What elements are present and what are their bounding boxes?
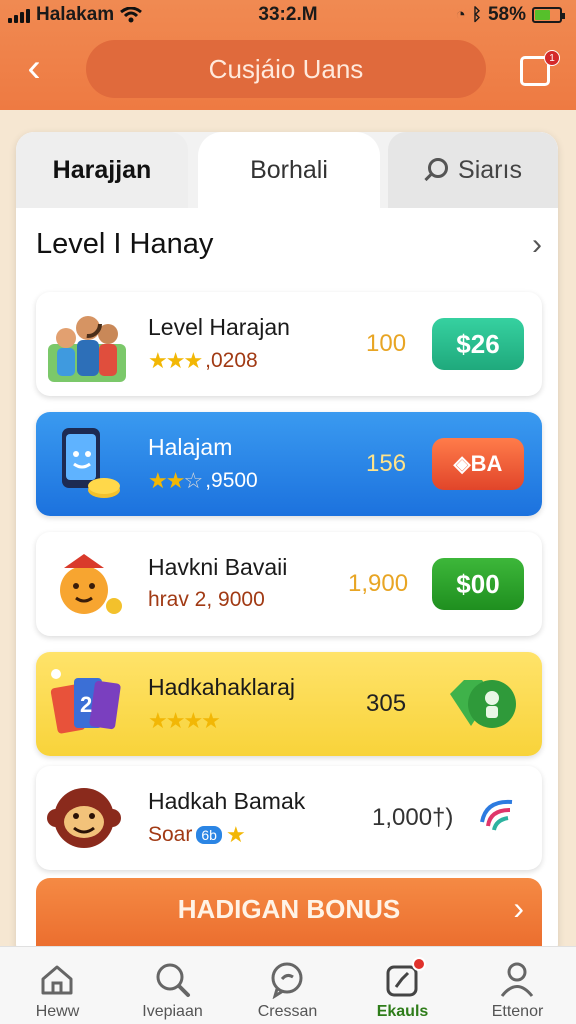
number-cards-icon: 2 xyxy=(50,669,121,734)
buy-button[interactable]: $00 xyxy=(432,558,524,610)
tab-borhali[interactable]: Borhali xyxy=(198,132,380,208)
item-name: Halajam xyxy=(148,434,233,460)
item-name: Hadkahaklaraj xyxy=(148,674,296,700)
nav-label: Ivepiaan xyxy=(142,1003,203,1020)
nav-label: Cressan xyxy=(257,1003,318,1020)
chat-icon xyxy=(271,962,303,999)
home-icon xyxy=(41,965,73,995)
mascot-chick-icon xyxy=(60,554,122,614)
tab-search-label: Siarıs xyxy=(458,156,522,184)
share-button[interactable]: 1 xyxy=(518,50,560,88)
page-title: Cusjáio Uans xyxy=(86,40,486,98)
app-header: Halakam 33:2.M ◔ ᛒ 58% ‹ Cusjáio Uans 1 xyxy=(0,0,576,110)
bonus-label: HADIGAN BONUS xyxy=(177,894,401,924)
back-button[interactable]: ‹ xyxy=(14,48,54,92)
signal-swirl-icon[interactable] xyxy=(476,792,522,838)
tab-search[interactable]: Siarıs xyxy=(388,132,558,208)
phone-mascot-icon xyxy=(62,428,120,498)
notification-dot xyxy=(412,957,426,971)
nav-label: Heww xyxy=(35,1003,80,1020)
notification-badge: 1 xyxy=(544,50,560,66)
user-icon xyxy=(500,962,534,997)
content-panel: Harajjan Borhali Siarıs Level I Hanay › … xyxy=(16,132,558,962)
item-sub: ,0208 xyxy=(205,349,258,372)
status-bar: Halakam 33:2.M ◔ ᛒ 58% xyxy=(0,0,576,30)
nav-chat[interactable]: Cressan xyxy=(230,947,345,1024)
list-item[interactable]: Level Harajan ★★★ ,0208 100 $26 xyxy=(36,292,542,396)
list-item[interactable]: 2 Hadkahaklaraj ★★★★ 305 xyxy=(36,652,542,756)
level-badge: 6b xyxy=(196,826,222,844)
chevron-right-icon[interactable]: › xyxy=(532,228,542,262)
item-sub: hrav 2, 9000 xyxy=(148,588,265,611)
tag-icon: ◈ xyxy=(453,451,471,476)
battery-percent: 58% xyxy=(487,4,526,25)
search-icon xyxy=(156,963,190,997)
gem-button[interactable] xyxy=(442,674,522,734)
buy-button[interactable]: $26 xyxy=(432,318,524,370)
nav-explore[interactable]: Ivepiaan xyxy=(115,947,230,1024)
nav-home[interactable]: Heww xyxy=(0,947,115,1024)
nav-label: Ekauls xyxy=(376,1003,429,1020)
promo-label: BA xyxy=(470,451,503,476)
family-avatar-icon xyxy=(48,310,126,382)
bottom-nav: Heww Ivepiaan Cressan Ekauls Ettenor xyxy=(0,946,576,1024)
item-meta: ★★★★ xyxy=(148,708,221,734)
item-meta: hrav 2, 9000 xyxy=(148,588,265,612)
chevron-left-icon: ‹ xyxy=(27,46,41,90)
item-value: 1,000†) xyxy=(372,804,454,831)
item-value: 156 xyxy=(366,450,407,477)
item-meta: Soar 6b ★ xyxy=(148,822,246,848)
alarm-icon: ◔ xyxy=(455,5,466,24)
star-rating: ★★☆ xyxy=(148,468,203,493)
search-icon xyxy=(424,158,450,184)
tab-harajjan[interactable]: Harajjan xyxy=(16,132,188,208)
item-meta: ★★☆ ,9500 xyxy=(148,468,258,494)
battery-icon xyxy=(532,7,565,23)
nav-label: Ettenor xyxy=(491,1003,544,1020)
item-name: Level Harajan xyxy=(148,314,290,340)
svg-text:2: 2 xyxy=(80,692,92,717)
bluetooth-icon: ᛒ xyxy=(471,5,482,24)
list-item[interactable]: Havkni Bavaii hrav 2, 9000 1,900 $00 xyxy=(36,532,542,636)
nav-rewards[interactable]: Ekauls xyxy=(345,947,460,1024)
monkey-mascot-icon xyxy=(47,788,121,848)
section-title: Level I Hanay xyxy=(36,228,214,260)
star-rating: ★★★ xyxy=(148,348,203,373)
item-name: Hadkah Bamak xyxy=(148,788,306,814)
nav-profile[interactable]: Ettenor xyxy=(460,947,575,1024)
item-sub: ,9500 xyxy=(205,469,258,492)
promo-button[interactable]: ◈BA xyxy=(432,438,524,490)
item-value: 100 xyxy=(366,330,407,357)
item-value: 1,900 xyxy=(348,570,409,597)
star-rating: ★★★★ xyxy=(148,708,221,733)
star-icon: ★ xyxy=(225,822,246,847)
list-item[interactable]: Halajam ★★☆ ,9500 156 ◈BA xyxy=(36,412,542,516)
list-item[interactable]: Hadkah Bamak Soar 6b ★ 1,000†) xyxy=(36,766,542,870)
item-name: Havkni Bavaii xyxy=(148,554,288,580)
item-meta: ★★★ ,0208 xyxy=(148,348,258,374)
item-sub: Soar xyxy=(148,823,193,846)
tab-bar: Harajjan Borhali Siarıs xyxy=(16,132,558,208)
item-value: 305 xyxy=(366,690,407,717)
chevron-right-icon: › xyxy=(513,890,524,926)
